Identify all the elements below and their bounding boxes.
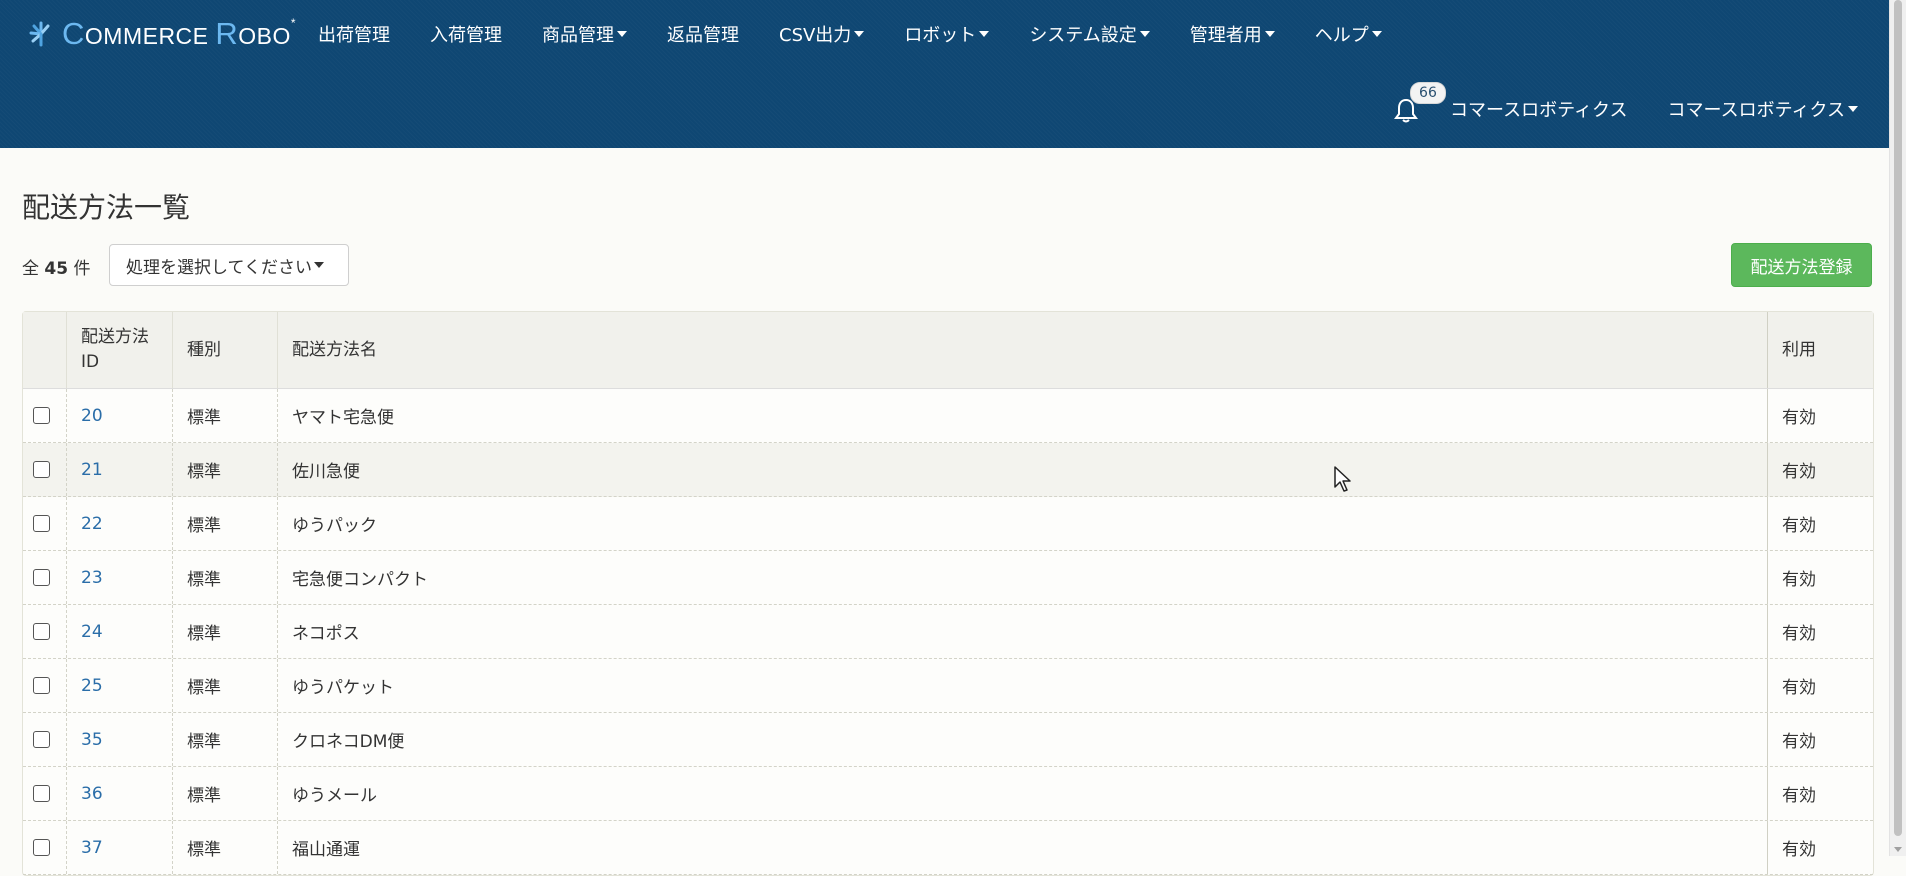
logo-text: COMMERCE ROBO* xyxy=(62,16,297,51)
row-use: 有効 xyxy=(1767,659,1871,712)
row-checkbox[interactable] xyxy=(33,569,50,586)
nav-admin[interactable]: 管理者用 xyxy=(1190,21,1275,47)
table-row: 20 標準 ヤマト宅急便 有効 xyxy=(23,389,1873,443)
header-use[interactable]: 利用 xyxy=(1767,312,1871,388)
logo-burst-icon xyxy=(29,21,50,47)
row-id-link[interactable]: 23 xyxy=(81,568,103,588)
table-row: 23 標準 宅急便コンパクト 有効 xyxy=(23,551,1873,605)
row-name: 佐川急便 xyxy=(277,443,1767,496)
chevron-down-icon xyxy=(1371,31,1382,37)
nav-shipping[interactable]: 出荷管理 xyxy=(318,21,390,47)
chevron-down-icon xyxy=(617,31,627,37)
row-checkbox[interactable] xyxy=(33,839,50,856)
row-checkbox[interactable] xyxy=(33,677,50,694)
row-use: 有効 xyxy=(1767,389,1871,442)
total-count-value: 45 xyxy=(44,259,69,279)
row-id-link[interactable]: 24 xyxy=(81,622,103,642)
scroll-down-arrow-icon[interactable] xyxy=(1894,847,1902,852)
header-checkbox-col xyxy=(23,312,66,388)
row-type: 標準 xyxy=(172,551,277,604)
row-type: 標準 xyxy=(172,497,277,550)
company-link[interactable]: コマースロボティクス xyxy=(1450,96,1627,122)
row-name: ゆうパック xyxy=(277,497,1767,550)
row-id-link[interactable]: 37 xyxy=(81,838,103,858)
user-menu[interactable]: コマースロボティクス xyxy=(1668,96,1858,122)
chevron-down-icon xyxy=(1848,106,1858,112)
nav-returns[interactable]: 返品管理 xyxy=(667,21,739,47)
table-row: 37 標準 福山通運 有効 xyxy=(23,821,1873,875)
row-type: 標準 xyxy=(172,389,277,442)
row-type: 標準 xyxy=(172,605,277,658)
row-id-link[interactable]: 25 xyxy=(81,676,103,696)
table-row: 36 標準 ゆうメール 有効 xyxy=(23,767,1873,821)
table-row: 24 標準 ネコポス 有効 xyxy=(23,605,1873,659)
chevron-down-icon xyxy=(854,31,865,37)
nav-right: 66 コマースロボティクス コマースロボティクス xyxy=(1392,82,1858,126)
table-row: 21 標準 佐川急便 有効 xyxy=(23,443,1873,497)
row-checkbox[interactable] xyxy=(33,731,50,748)
mouse-cursor-icon xyxy=(1334,466,1351,492)
row-name: ゆうパケット xyxy=(277,659,1767,712)
row-type: 標準 xyxy=(172,443,277,496)
row-name: 福山通運 xyxy=(277,821,1767,874)
nav-receiving[interactable]: 入荷管理 xyxy=(430,21,502,47)
vertical-scrollbar[interactable] xyxy=(1889,0,1906,856)
total-count: 全 45 件 xyxy=(22,259,91,279)
chevron-down-icon xyxy=(979,31,990,37)
row-name: ゆうメール xyxy=(277,767,1767,820)
table-row: 22 標準 ゆうパック 有効 xyxy=(23,497,1873,551)
top-navbar: COMMERCE ROBO* 出荷管理 入荷管理 商品管理 返品管理 CSV出力… xyxy=(0,0,1890,148)
nav-robot[interactable]: ロボット xyxy=(904,21,990,47)
chevron-down-icon xyxy=(313,262,324,268)
delivery-methods-table: 配送方法 ID 種別 配送方法名 利用 20 標準 ヤマト宅急便 有効 21 標準… xyxy=(22,311,1874,876)
row-name: ネコポス xyxy=(277,605,1767,658)
row-type: 標準 xyxy=(172,659,277,712)
page-title: 配送方法一覧 xyxy=(22,191,191,224)
row-checkbox[interactable] xyxy=(33,461,50,478)
bulk-action-select[interactable]: 処理を選択してください xyxy=(109,244,349,286)
row-type: 標準 xyxy=(172,821,277,874)
row-type: 標準 xyxy=(172,767,277,820)
row-name: クロネコDM便 xyxy=(277,713,1767,766)
table-row: 25 標準 ゆうパケット 有効 xyxy=(23,659,1873,713)
row-checkbox[interactable] xyxy=(33,515,50,532)
nav-csv-export[interactable]: CSV出力 xyxy=(779,21,865,47)
header-id[interactable]: 配送方法 ID xyxy=(66,312,172,388)
notification-button[interactable]: 66 xyxy=(1392,82,1446,124)
row-use: 有効 xyxy=(1767,443,1871,496)
nav-system-settings[interactable]: システム設定 xyxy=(1029,21,1150,47)
header-name[interactable]: 配送方法名 xyxy=(277,312,1767,388)
row-checkbox[interactable] xyxy=(33,785,50,802)
row-use: 有効 xyxy=(1767,551,1871,604)
row-checkbox[interactable] xyxy=(33,407,50,424)
logo-star: * xyxy=(290,16,297,30)
table-header: 配送方法 ID 種別 配送方法名 利用 xyxy=(23,312,1873,389)
header-type[interactable]: 種別 xyxy=(172,312,277,388)
notification-count-badge: 66 xyxy=(1410,82,1446,104)
register-delivery-method-button[interactable]: 配送方法登録 xyxy=(1731,243,1872,287)
row-use: 有効 xyxy=(1767,767,1871,820)
nav-products[interactable]: 商品管理 xyxy=(542,21,627,47)
row-name: 宅急便コンパクト xyxy=(277,551,1767,604)
table-row: 35 標準 クロネコDM便 有効 xyxy=(23,713,1873,767)
row-id-link[interactable]: 35 xyxy=(81,730,103,750)
scrollbar-thumb[interactable] xyxy=(1894,0,1902,836)
main-nav: 出荷管理 入荷管理 商品管理 返品管理 CSV出力 ロボット システム設定 管理… xyxy=(318,16,1422,52)
chevron-down-icon xyxy=(1264,31,1275,37)
row-use: 有効 xyxy=(1767,713,1871,766)
row-use: 有効 xyxy=(1767,605,1871,658)
row-type: 標準 xyxy=(172,713,277,766)
row-id-link[interactable]: 20 xyxy=(81,406,103,426)
chevron-down-icon xyxy=(1139,31,1150,37)
row-id-link[interactable]: 36 xyxy=(81,784,103,804)
row-use: 有効 xyxy=(1767,497,1871,550)
row-name: ヤマト宅急便 xyxy=(277,389,1767,442)
commerce-robo-logo[interactable]: COMMERCE ROBO* xyxy=(26,16,296,52)
row-use: 有効 xyxy=(1767,821,1871,874)
row-checkbox[interactable] xyxy=(33,623,50,640)
nav-help[interactable]: ヘルプ xyxy=(1315,21,1382,47)
row-id-link[interactable]: 22 xyxy=(81,514,103,534)
row-id-link[interactable]: 21 xyxy=(81,460,103,480)
